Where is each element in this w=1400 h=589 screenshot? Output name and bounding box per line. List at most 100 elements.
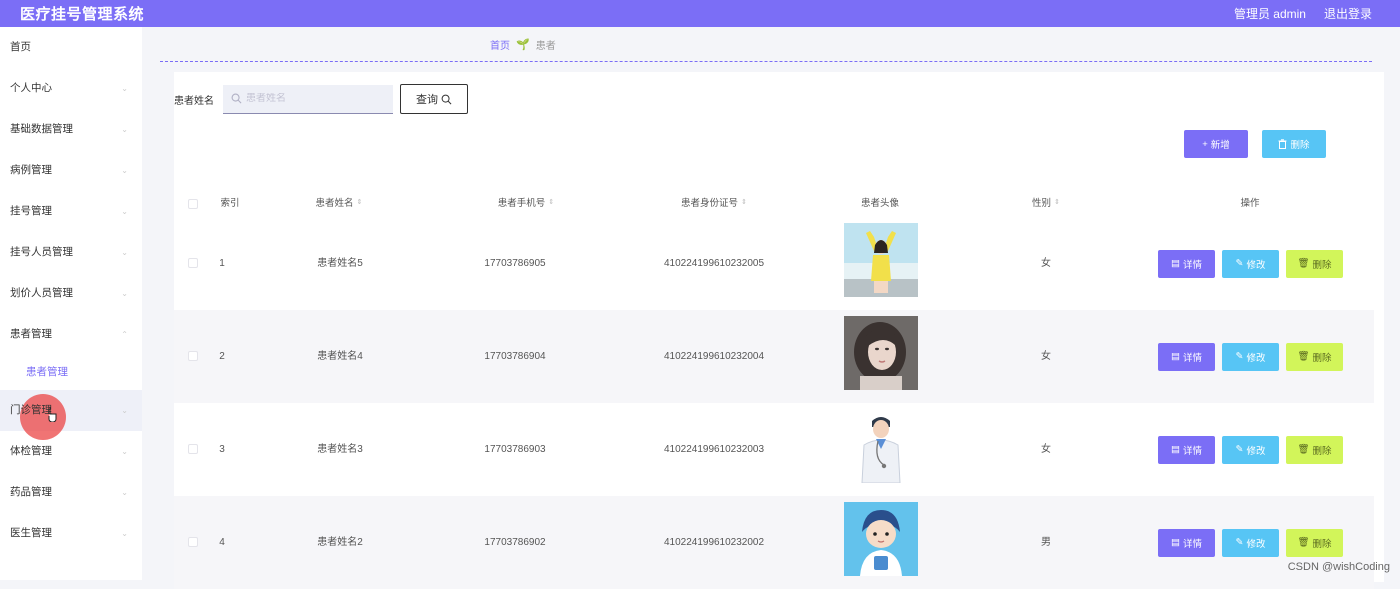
sidebar-item-home[interactable]: 首页: [0, 27, 142, 68]
cell-gender: 女: [1041, 217, 1051, 310]
top-right-menu: 管理员 admin 退出登录: [1234, 5, 1372, 22]
chevron-down-icon: ⌄: [121, 513, 128, 554]
chevron-down-icon: ⌄: [121, 232, 128, 273]
sidebar-item-label: 医生管理: [10, 527, 52, 539]
trash-icon: 🗑: [1297, 537, 1309, 548]
edit-button-label: 修改: [1246, 350, 1265, 364]
pencil-icon: ✎: [1236, 537, 1244, 548]
edit-button[interactable]: ✎修改: [1222, 343, 1279, 371]
edit-button[interactable]: ✎修改: [1222, 436, 1279, 464]
chevron-down-icon: ⌄: [121, 191, 128, 232]
woman-yellow-jacket-photo-icon: [844, 223, 918, 297]
patient-avatar: [844, 223, 918, 297]
delete-button[interactable]: 🗑 删除: [1286, 436, 1343, 464]
sidebar-item-label: 患者管理: [10, 328, 52, 340]
chevron-down-icon: ⌄: [121, 273, 128, 314]
breadcrumb-home[interactable]: 首页: [490, 37, 510, 52]
delete-button-label: 删除: [1313, 443, 1332, 457]
sidebar-item-cases[interactable]: 病例管理⌄: [0, 150, 142, 191]
cell-index: 4: [219, 496, 225, 589]
detail-button-label: 详情: [1183, 350, 1202, 364]
doctor-illustration-icon: [844, 409, 918, 483]
pencil-icon: ✎: [1236, 258, 1244, 269]
sidebar-item-outpatient[interactable]: 门诊管理 ⌄: [0, 390, 142, 431]
batch-delete-button[interactable]: 删除: [1262, 130, 1326, 158]
table-row: 3 患者姓名3 17703786903 410224199610232003 女…: [174, 403, 1374, 496]
logout-link[interactable]: 退出登录: [1324, 5, 1372, 22]
detail-icon: ▤: [1171, 444, 1180, 455]
detail-button[interactable]: ▤详情: [1158, 250, 1215, 278]
sidebar-item-label: 个人中心: [10, 82, 52, 94]
search-icon: [441, 94, 452, 105]
patient-avatar: [844, 409, 918, 483]
sidebar-item-personal-center[interactable]: 个人中心⌄: [0, 68, 142, 109]
breadcrumb: 首页 🌱 患者: [160, 27, 1372, 62]
sidebar-item-patients[interactable]: 患者管理 ⌃: [0, 314, 142, 355]
cell-phone: 17703786904: [484, 310, 545, 403]
detail-button-label: 详情: [1183, 257, 1202, 271]
cell-phone: 17703786903: [484, 403, 545, 496]
chevron-down-icon: ⌄: [121, 109, 128, 150]
row-checkbox[interactable]: [188, 258, 198, 268]
sidebar-item-label: 体检管理: [10, 445, 52, 457]
sidebar-item-registration-staff[interactable]: 挂号人员管理 ⌄: [0, 232, 142, 273]
add-button[interactable]: + 新增: [1184, 130, 1248, 158]
edit-button[interactable]: ✎修改: [1222, 250, 1279, 278]
chevron-down-icon: ⌄: [121, 390, 128, 431]
breadcrumb-separator-icon: 🌱: [516, 38, 530, 51]
row-checkbox[interactable]: [188, 444, 198, 454]
sidebar-item-pricing-staff[interactable]: 划价人员管理⌄: [0, 273, 142, 314]
edit-button-label: 修改: [1246, 257, 1265, 271]
delete-button[interactable]: 🗑删除: [1286, 343, 1343, 371]
pencil-icon: ✎: [1236, 444, 1244, 455]
query-button[interactable]: 查询: [400, 84, 468, 114]
woman-portrait-photo-icon: [844, 316, 918, 390]
sidebar-subitem-patients[interactable]: 患者管理: [0, 355, 142, 390]
trash-icon: 🗑: [1297, 444, 1309, 455]
cell-name: 患者姓名4: [317, 310, 363, 403]
header-phone-label: 患者手机号: [498, 198, 546, 209]
detail-icon: ▤: [1171, 351, 1180, 362]
delete-button[interactable]: 🗑删除: [1286, 250, 1343, 278]
sidebar-item-medicine[interactable]: 药品管理⌄: [0, 472, 142, 513]
cell-id-card: 410224199610232003: [664, 403, 764, 496]
header-gender-label: 性别: [1032, 198, 1051, 209]
current-user[interactable]: 管理员 admin: [1234, 5, 1306, 22]
edit-button[interactable]: ✎修改: [1222, 529, 1279, 557]
top-bar: 医疗挂号管理系统 管理员 admin 退出登录: [0, 0, 1400, 27]
cell-index: 3: [219, 403, 225, 496]
add-button-label: 新增: [1211, 137, 1230, 151]
delete-button[interactable]: 🗑删除: [1286, 529, 1343, 557]
chevron-up-icon: ⌃: [121, 314, 128, 355]
row-actions: ▤详情 ✎修改 🗑删除: [1158, 217, 1343, 310]
detail-button-label: 详情: [1183, 536, 1202, 550]
query-button-label: 查询: [416, 91, 438, 107]
select-all-checkbox[interactable]: [188, 199, 198, 209]
hand-cursor-icon: [46, 406, 58, 422]
header-actions-label: 操作: [1240, 198, 1259, 209]
search-icon: [231, 93, 242, 104]
cell-name: 患者姓名5: [317, 217, 363, 310]
edit-button-label: 修改: [1246, 443, 1265, 457]
sidebar-item-label: 药品管理: [10, 486, 52, 498]
table-row: 4 患者姓名2 17703786902 410224199610232002 男: [174, 496, 1374, 589]
sidebar-item-label: 挂号人员管理: [10, 246, 73, 258]
detail-button[interactable]: ▤详情: [1158, 529, 1215, 557]
trash-icon: 🗑: [1297, 351, 1309, 362]
sidebar-item-checkup[interactable]: 体检管理⌄: [0, 431, 142, 472]
patient-name-search-input[interactable]: [246, 93, 386, 104]
patient-list-card: 患者姓名 查询 + 新增 删除 索引 患者姓名⇕: [174, 72, 1384, 582]
trash-icon: [1278, 139, 1287, 149]
row-checkbox[interactable]: [188, 351, 198, 361]
row-checkbox[interactable]: [188, 537, 198, 547]
sidebar-item-doctors[interactable]: 医生管理 ⌄: [0, 513, 142, 554]
trash-icon: 🗑: [1297, 258, 1309, 269]
sidebar-item-registration[interactable]: 挂号管理⌄: [0, 191, 142, 232]
detail-button[interactable]: ▤详情: [1158, 436, 1215, 464]
detail-button[interactable]: ▤详情: [1158, 343, 1215, 371]
edit-button-label: 修改: [1246, 536, 1265, 550]
app-title: 医疗挂号管理系统: [20, 3, 144, 24]
sidebar-item-label: 基础数据管理: [10, 123, 73, 135]
search-input-wrapper: [223, 85, 393, 114]
sidebar-item-basic-data[interactable]: 基础数据管理 ⌄: [0, 109, 142, 150]
